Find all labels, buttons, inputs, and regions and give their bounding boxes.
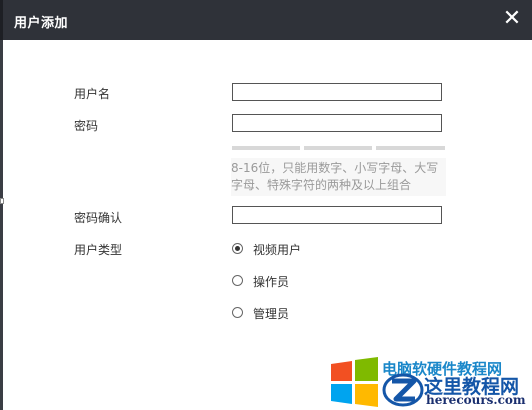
password-label: 密码 <box>74 119 99 133</box>
confirm-password-input[interactable] <box>232 206 442 224</box>
logo-blue-pane <box>331 384 352 404</box>
confirm-password-label: 密码确认 <box>74 211 123 225</box>
username-label: 用户名 <box>74 87 111 101</box>
windows-logo-icon <box>331 357 378 407</box>
dialog-header: 用户添加 ✕ <box>0 0 532 40</box>
password-input[interactable] <box>232 114 442 132</box>
username-input[interactable] <box>232 83 442 101</box>
watermark-url-text: herecours.com <box>426 393 526 407</box>
radio-button[interactable] <box>232 275 243 286</box>
radio-label: 视频用户 <box>253 243 302 257</box>
password-hint: 8-16位，只能用数字、小写字母、大写字母、特殊字符的两种及以上组合 <box>231 158 446 196</box>
logo-red-pane <box>331 361 352 381</box>
close-icon[interactable]: ✕ <box>501 8 523 30</box>
user-add-dialog: 用户添加 ✕ 用户名 密码 8-16位，只能用数字、小写字母、大写字母、特殊字符… <box>0 0 532 410</box>
z-logo-icon <box>382 373 424 407</box>
watermark: 电脑软硬件教程网 这里教程网 herecours.com <box>326 352 532 410</box>
resize-handle[interactable] <box>0 198 4 204</box>
dialog-left-edge <box>0 40 4 410</box>
password-strength-bar-weak <box>232 146 300 150</box>
password-strength-bar-strong <box>376 146 445 150</box>
radio-button-checked[interactable] <box>232 243 243 254</box>
logo-green-pane <box>355 357 378 381</box>
radio-button[interactable] <box>232 307 243 318</box>
radio-label: 操作员 <box>253 275 290 289</box>
radio-label: 管理员 <box>253 307 290 321</box>
logo-yellow-pane <box>355 384 378 407</box>
dialog-title: 用户添加 <box>14 16 69 31</box>
password-strength-bar-medium <box>304 146 372 150</box>
user-type-label: 用户类型 <box>74 243 123 257</box>
